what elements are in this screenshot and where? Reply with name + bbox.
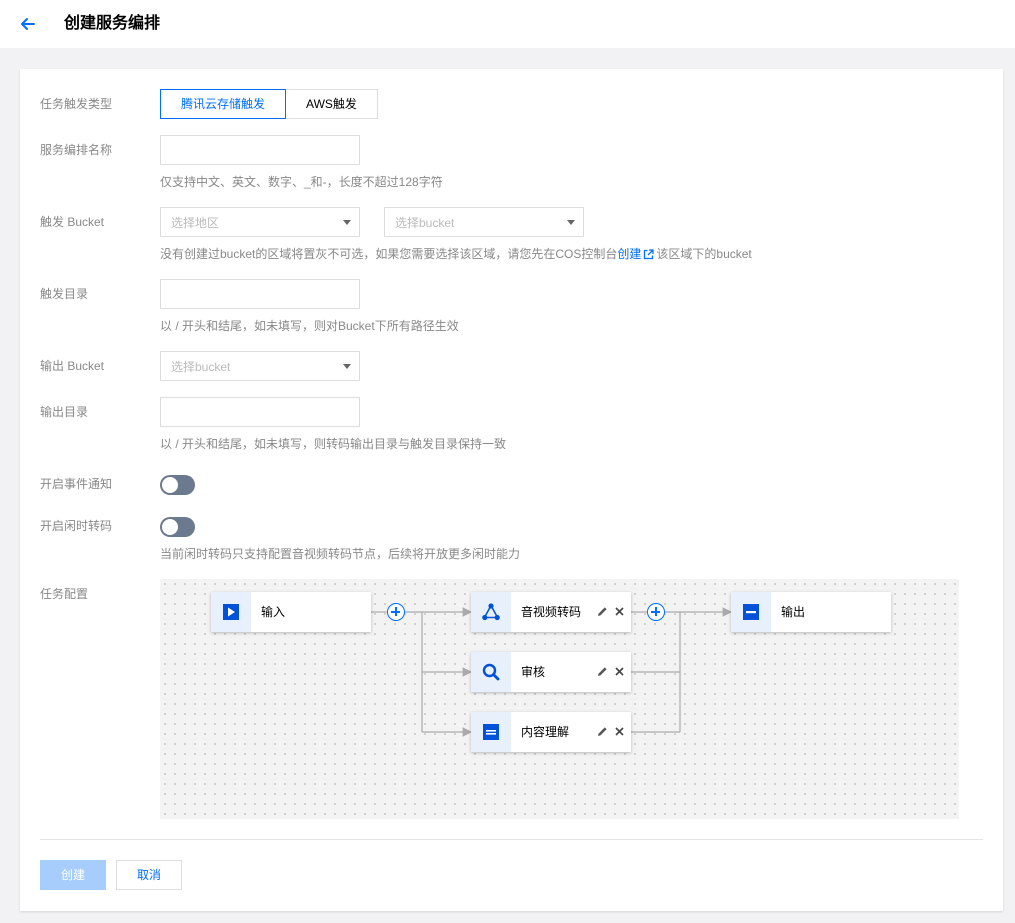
- output-bucket-label: 输出 Bucket: [40, 359, 105, 373]
- name-label: 服务编排名称: [40, 143, 113, 157]
- idle-transcode-toggle[interactable]: [160, 517, 195, 537]
- node-label: 审核: [521, 665, 546, 679]
- output-bucket-select-placeholder: 选择bucket: [171, 360, 231, 374]
- create-bucket-link[interactable]: 创建: [617, 247, 641, 261]
- idle-transcode-hint: 当前闲时转码只支持配置音视频转码节点，后续将开放更多闲时能力: [160, 547, 521, 561]
- output-bucket-select[interactable]: 选择bucket: [160, 351, 360, 381]
- edit-pencil-icon[interactable]: [596, 605, 609, 618]
- page-title: 创建服务编排: [64, 15, 161, 32]
- workflow-node-audit[interactable]: 审核: [471, 652, 631, 692]
- search-icon: [471, 652, 511, 692]
- task-config-label: 任务配置: [40, 587, 89, 601]
- trigger-dir-hint: 以 / 开头和结尾，如未填写，则对Bucket下所有路径生效: [160, 319, 459, 333]
- back-arrow-icon[interactable]: [16, 12, 40, 36]
- top-bar: 创建服务编排: [0, 0, 1015, 48]
- output-dir-label: 输出目录: [40, 405, 89, 419]
- trigger-type-aws-option[interactable]: AWS触发: [286, 89, 378, 119]
- node-label: 内容理解: [521, 725, 570, 739]
- form-card: 任务触发类型 腾讯云存储触发 AWS触发 服务编排名称 仅支持中文、英文、数字、…: [20, 69, 1003, 911]
- edit-pencil-icon[interactable]: [596, 725, 609, 738]
- workflow-node-content[interactable]: 内容理解: [471, 712, 631, 752]
- trigger-dir-label: 触发目录: [40, 287, 89, 301]
- toggle-knob: [162, 477, 178, 493]
- region-select-placeholder: 选择地区: [171, 216, 220, 230]
- caret-down-icon: [343, 364, 351, 369]
- event-notify-toggle[interactable]: [160, 475, 195, 495]
- add-node-plus-button[interactable]: [387, 603, 405, 621]
- create-button[interactable]: 创建: [40, 860, 106, 890]
- edit-pencil-icon[interactable]: [596, 665, 609, 678]
- cancel-button[interactable]: 取消: [116, 860, 182, 890]
- trigger-type-cos-option[interactable]: 腾讯云存储触发: [160, 89, 287, 119]
- trigger-bucket-hint: 没有创建过bucket的区域将置灰不可选，如果您需要选择该区域，请您先在COS控…: [160, 246, 752, 262]
- workflow-node-input[interactable]: 输入: [211, 592, 371, 632]
- name-input[interactable]: [160, 135, 360, 165]
- event-notify-label: 开启事件通知: [40, 477, 113, 491]
- transcode-icon: [471, 592, 511, 632]
- trigger-bucket-hint-suffix: 该区域下的bucket: [656, 247, 752, 261]
- node-label: 音视频转码: [521, 605, 582, 619]
- node-label: 输入: [261, 605, 286, 619]
- close-icon[interactable]: [613, 725, 626, 738]
- output-icon: [731, 592, 771, 632]
- caret-down-icon: [567, 220, 575, 225]
- name-hint: 仅支持中文、英文、数字、_和-，长度不超过128字符: [160, 175, 443, 189]
- trigger-bucket-select-placeholder: 选择bucket: [395, 216, 455, 230]
- play-icon: [211, 592, 251, 632]
- add-node-plus-button[interactable]: [647, 603, 665, 621]
- trigger-bucket-select[interactable]: 选择bucket: [384, 207, 584, 237]
- toggle-knob: [162, 519, 178, 535]
- region-select[interactable]: 选择地区: [160, 207, 360, 237]
- node-label: 输出: [781, 605, 806, 619]
- output-dir-input[interactable]: [160, 397, 360, 427]
- trigger-bucket-hint-text: 没有创建过bucket的区域将置灰不可选，如果您需要选择该区域，请您先在COS控…: [160, 247, 618, 261]
- output-dir-hint: 以 / 开头和结尾，如未填写，则转码输出目录与触发目录保持一致: [160, 437, 507, 451]
- close-icon[interactable]: [613, 665, 626, 678]
- idle-transcode-label: 开启闲时转码: [40, 519, 113, 533]
- content-icon: [471, 712, 511, 752]
- external-link-icon[interactable]: [643, 249, 655, 260]
- caret-down-icon: [343, 220, 351, 225]
- workflow-node-transcode[interactable]: 音视频转码: [471, 592, 631, 632]
- workflow-canvas: 输入 音视频转码 审核 内容理解 输出: [160, 579, 959, 819]
- trigger-bucket-label: 触发 Bucket: [40, 215, 105, 229]
- footer-divider: [40, 839, 983, 840]
- close-icon[interactable]: [613, 605, 626, 618]
- trigger-dir-input[interactable]: [160, 279, 360, 309]
- trigger-type-segment: 腾讯云存储触发 AWS触发: [160, 89, 378, 119]
- workflow-node-output[interactable]: 输出: [731, 592, 891, 632]
- trigger-type-label: 任务触发类型: [40, 97, 113, 111]
